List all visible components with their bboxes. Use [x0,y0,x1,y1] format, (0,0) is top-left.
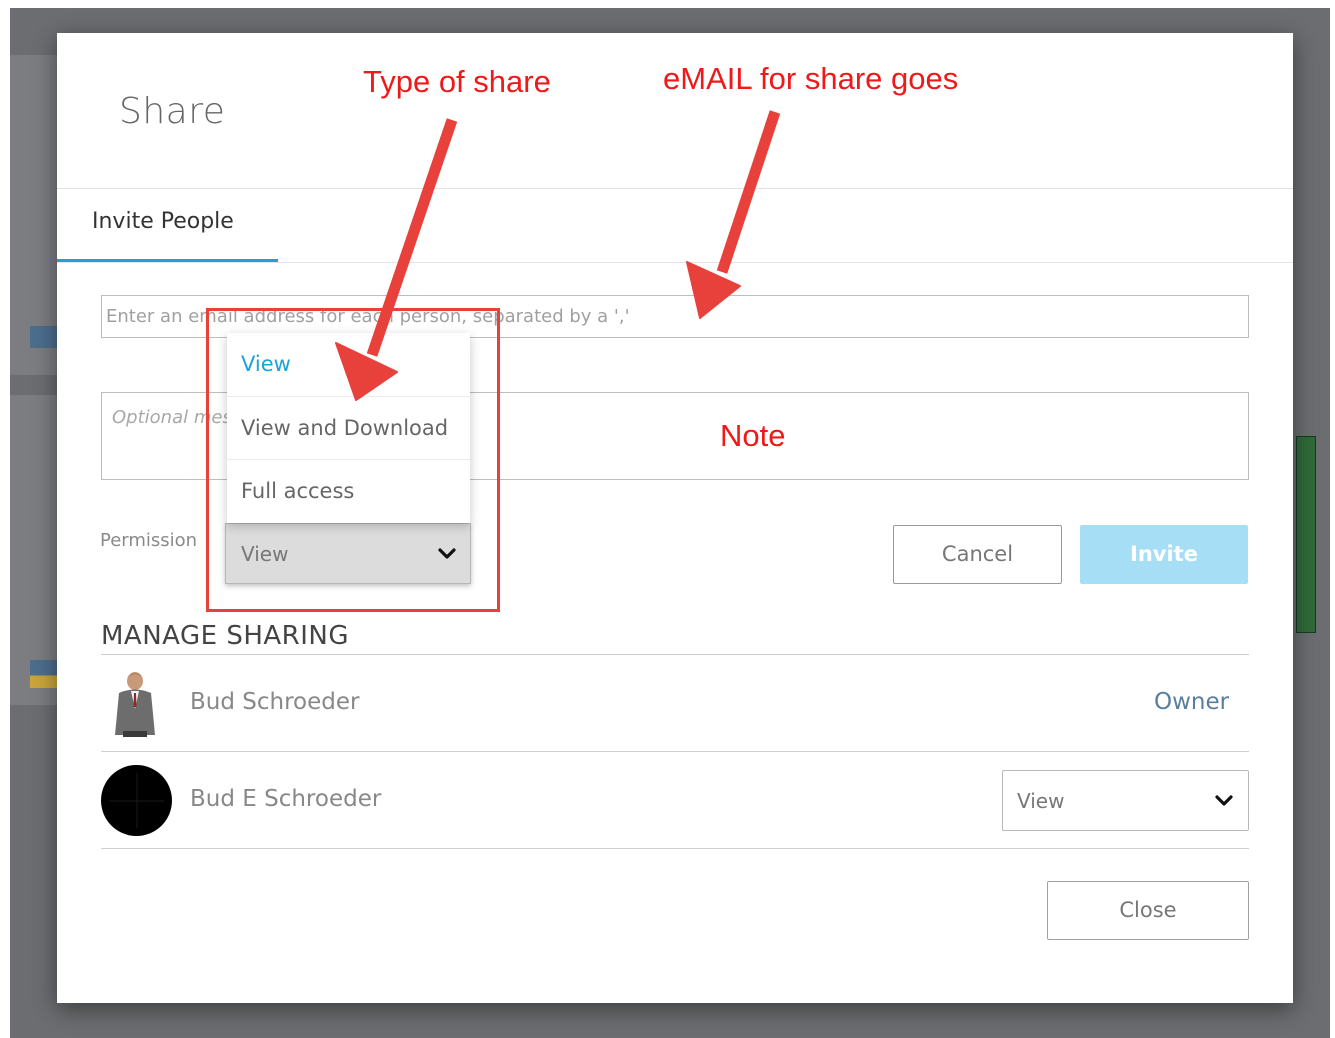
avatar [101,765,172,836]
background-panel [10,395,58,705]
annotation-email-for-share: eMAIL for share goes [663,61,959,96]
close-button[interactable]: Close [1047,881,1249,940]
annotation-note: Note [720,418,786,453]
section-divider [101,654,1249,655]
row-divider [101,751,1249,752]
user-permission-value: View [1017,789,1065,813]
tabs-divider [57,262,1293,263]
background-thumbnail [1296,436,1316,633]
cancel-button[interactable]: Cancel [893,525,1062,584]
annotation-type-of-share: Type of share [363,64,551,99]
chevron-down-icon [438,548,456,560]
permission-select-value: View [241,542,289,566]
permission-select[interactable]: View [225,523,471,584]
owner-role-label: Owner [1154,689,1230,715]
permission-option-view[interactable]: View [227,333,470,396]
chevron-down-icon [1215,795,1233,807]
share-dialog: Share Invite People Enter an email addre… [57,33,1293,1003]
user-name: Bud Schroeder [190,689,360,715]
folder-icon [30,326,58,348]
email-input[interactable]: Enter an email address for each person, … [101,295,1249,338]
permission-option-view-and-download[interactable]: View and Download [227,396,470,459]
tab-invite-people[interactable]: Invite People [92,209,234,234]
permission-label: Permission [100,530,198,551]
user-permission-select[interactable]: View [1002,770,1249,831]
manage-sharing-heading: MANAGE SHARING [101,621,350,651]
dialog-title: Share [119,91,226,132]
row-divider [101,848,1249,849]
email-placeholder: Enter an email address for each person, … [106,306,630,327]
permission-option-full-access[interactable]: Full access [227,459,470,523]
user-name: Bud E Schroeder [190,786,382,812]
image-thumbnail-icon [30,660,58,688]
permission-dropdown-menu: View View and Download Full access [227,333,470,523]
avatar [109,669,161,739]
invite-button[interactable]: Invite [1080,525,1248,584]
header-divider [57,188,1293,189]
